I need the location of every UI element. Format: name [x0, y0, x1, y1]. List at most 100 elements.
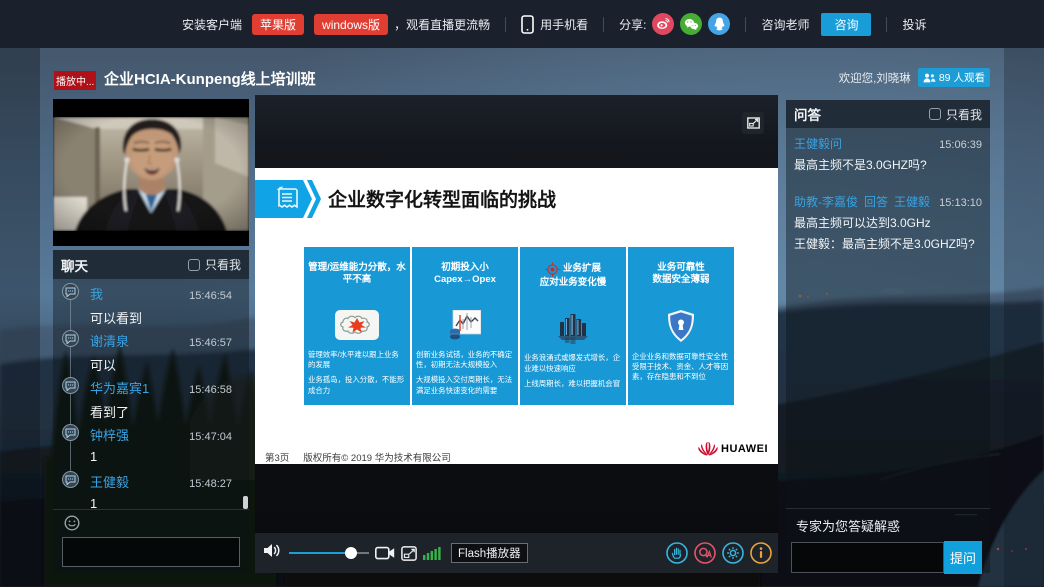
presentation-stage: 企业数字化转型面临的挑战 管理/运维能力分散，水平不高 管理效率/水平难以跟上业…: [255, 95, 778, 573]
share-label: 分享:: [619, 16, 646, 33]
qa-only-me-toggle[interactable]: 只看我: [929, 106, 982, 123]
wechat-share-icon[interactable]: [680, 13, 702, 35]
qa-names: 王健毅问: [794, 135, 842, 152]
qa-answerer-name: 助教-李嘉俊: [794, 193, 858, 210]
slide-title: 企业数字化转型面临的挑战: [328, 185, 556, 212]
chat-message-text: 1: [53, 491, 249, 509]
card-title: 初期投入小: [416, 262, 514, 274]
chat-name-row: 我 15:46:54: [53, 284, 249, 303]
chat-input[interactable]: [62, 537, 240, 567]
qa-question-input[interactable]: [791, 542, 944, 573]
chat-only-me-checkbox[interactable]: [188, 259, 200, 271]
share-row: 分享:: [619, 13, 730, 35]
chat-scrollbar-thumb[interactable]: [243, 496, 248, 509]
install-client-label: 安装客户端: [182, 16, 242, 33]
qa-entry-list[interactable]: 王健毅问 15:06:39 最高主频不是3.0GHZ吗? 助教-李嘉俊 回答 王…: [786, 128, 990, 253]
chat-message: 钟梓强 15:47:04 1: [53, 425, 249, 464]
chat-only-me-toggle[interactable]: 只看我: [188, 256, 241, 273]
qa-only-me-checkbox[interactable]: [929, 108, 941, 120]
qa-mode-icon[interactable]: [694, 542, 716, 564]
divider: [505, 17, 506, 32]
huawei-flower-icon: [698, 441, 718, 456]
chat-message-list[interactable]: 我 15:46:54 可以看到 谢清泉 15:46:57 可以: [53, 279, 249, 509]
chat-sender-name: 谢清泉: [90, 331, 129, 350]
card-body-block: 管理效率/水平难以跟上业务的发展 业务孤岛，投入分散，不能形成合力: [308, 350, 406, 401]
consult-button[interactable]: 咨询: [821, 13, 871, 36]
qa-names: 助教-李嘉俊 回答 王健毅: [794, 193, 930, 210]
course-title: 企业HCIA-Kunpeng线上培训班: [104, 68, 316, 89]
chat-name-row: 王健毅 15:48:27: [53, 472, 249, 491]
chat-message: 华为嘉宾1 15:46:58 看到了: [53, 378, 249, 421]
slide-title-badge-icon: [255, 180, 321, 218]
qa-only-me-label: 只看我: [946, 106, 982, 123]
raise-hand-icon[interactable]: [666, 542, 688, 564]
weibo-share-icon[interactable]: [652, 13, 674, 35]
settings-icon[interactable]: [722, 542, 744, 564]
screen-switch-icon[interactable]: [401, 546, 417, 561]
card-body-line: 业务浪涌式或爆发式增长，企业难以快速响应: [524, 353, 622, 373]
emoji-picker-icon[interactable]: [64, 515, 80, 531]
card-body-block: 业务浪涌式或爆发式增长，企业难以快速响应 上线周期长，难以把握机会窗: [524, 353, 622, 394]
slide-footer: 第3页 版权所有© 2019 华为技术有限公司: [265, 450, 451, 464]
card-body-line: 管理效率/水平难以跟上业务的发展: [308, 350, 406, 370]
chat-message: 谢清泉 15:46:57 可以: [53, 331, 249, 374]
chat-message-text: 可以: [53, 350, 249, 374]
chat-timestamp: 15:47:04: [189, 431, 232, 443]
complaint-link[interactable]: 投诉: [902, 16, 926, 33]
expand-icon: [747, 117, 760, 129]
qa-name-row: 王健毅问 15:06:39: [794, 135, 982, 152]
player-control-bar: Flash播放器: [255, 533, 778, 573]
chat-message-text: 1: [53, 444, 249, 464]
expand-view-button[interactable]: [742, 112, 764, 134]
camera-toggle-icon[interactable]: [375, 546, 395, 560]
presentation-slide[interactable]: 企业数字化转型面临的挑战 管理/运维能力分散，水平不高 管理效率/水平难以跟上业…: [255, 168, 778, 464]
chat-name-row: 钟梓强 15:47:04: [53, 425, 249, 444]
chat-sender-name: 钟梓强: [90, 425, 129, 444]
volume-fill: [289, 552, 351, 554]
card-title: 管理/运维能力分散，水平不高: [308, 262, 406, 287]
windows-version-button[interactable]: windows版: [314, 14, 388, 35]
cloud-burst-icon: [335, 310, 379, 340]
chat-timestamp: 15:46:58: [189, 384, 232, 396]
card-body-line: 业务孤岛，投入分散，不能形成合力: [308, 375, 406, 395]
chat-message-text: 可以看到: [53, 303, 249, 327]
chat-panel: 聊天 只看我 我 15:46:54 可以看到: [53, 250, 249, 573]
ask-question-button[interactable]: 提问: [944, 541, 982, 574]
chat-bubble-avatar-icon: [62, 424, 79, 441]
volume-icon[interactable]: [263, 542, 282, 564]
presenter-webcam-video[interactable]: [53, 99, 249, 246]
apple-version-button[interactable]: 苹果版: [252, 14, 304, 35]
flash-player-badge: Flash播放器: [451, 543, 528, 563]
viewer-count: 89: [939, 72, 951, 84]
chat-message: 我 15:46:54 可以看到: [53, 284, 249, 327]
qa-header: 问答 只看我: [786, 100, 990, 128]
chat-timestamp: 15:46:54: [189, 290, 232, 302]
player-action-icons: [666, 542, 772, 564]
welcome-user-label: 欢迎您,刘晓琳: [839, 70, 911, 86]
qa-question-text: 最高主频不是3.0GHZ吗?: [794, 157, 982, 173]
chat-sender-name: 我: [90, 284, 103, 303]
network-signal-icon: [423, 546, 441, 560]
top-bar-items: 安装客户端 苹果版 windows版 ，观看直播更流畅 用手机看 分享:: [182, 0, 926, 48]
volume-knob[interactable]: [345, 547, 357, 559]
chat-sender-name: 王健毅: [90, 472, 129, 491]
card-title: 应对业务变化慢: [524, 277, 622, 289]
qq-share-icon[interactable]: [708, 13, 730, 35]
info-icon[interactable]: [750, 542, 772, 564]
slide-copyright: 版权所有© 2019 华为技术有限公司: [303, 450, 450, 464]
chat-name-row: 华为嘉宾1 15:46:58: [53, 378, 249, 397]
watch-on-mobile[interactable]: 用手机看: [521, 15, 588, 34]
qa-quoted-question: 王健毅：最高主频不是3.0GHZ吗?: [794, 236, 982, 252]
qa-compose-area: 专家为您答疑解惑 提问: [786, 508, 990, 573]
card-body-line: 上线周期长，难以把握机会窗: [524, 379, 622, 389]
volume-slider[interactable]: [289, 547, 369, 559]
chat-bubble-avatar-icon: [62, 377, 79, 394]
divider: [745, 17, 746, 32]
security-shield-icon: [666, 310, 696, 342]
phone-icon: [521, 15, 534, 34]
chat-message-text: 看到了: [53, 397, 249, 421]
card-title-block: 业务可靠性 数据安全薄弱: [632, 262, 730, 288]
card-body-line: 企业业务和数据可靠性安全性受限于技术、资金、人才等因素，存在隐患和不到位: [632, 352, 730, 383]
consult-teacher-label: 咨询老师: [761, 16, 809, 33]
qa-entry: 助教-李嘉俊 回答 王健毅 15:13:10 最高主频可以达到3.0GHz 王健…: [794, 193, 982, 252]
